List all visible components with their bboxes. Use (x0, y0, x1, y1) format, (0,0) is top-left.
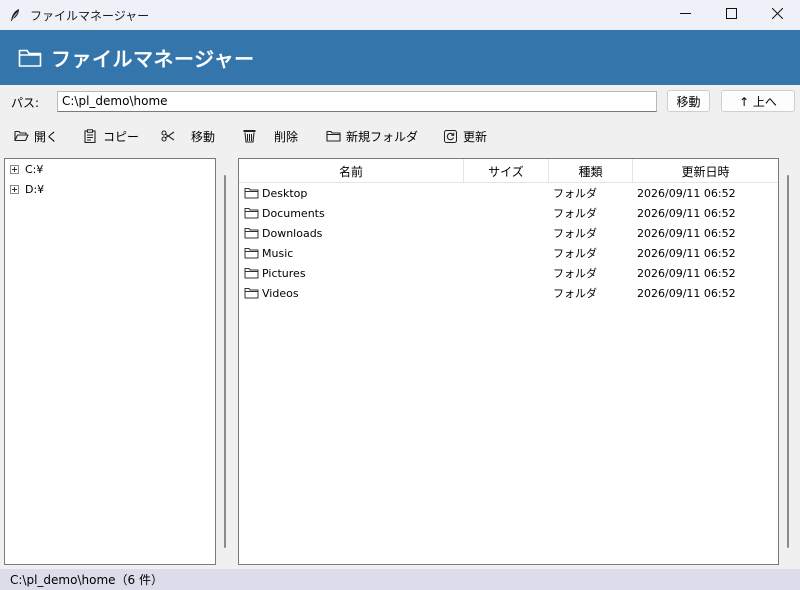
copy-button[interactable]: コピー (82, 120, 139, 152)
window-titlebar: ファイルマネージャー (0, 0, 800, 30)
maximize-button[interactable] (708, 0, 754, 30)
file-modified: 2026/09/11 06:52 (637, 246, 736, 260)
folder-icon (18, 47, 42, 69)
file-name: Music (262, 246, 294, 260)
refresh-icon (442, 128, 458, 144)
folder-icon (244, 287, 259, 300)
file-list[interactable]: 名前 サイズ 種類 更新日時 Desktop フォルダ 2026/09/11 0… (238, 158, 779, 565)
folder-icon (244, 187, 259, 200)
file-modified: 2026/09/11 06:52 (637, 186, 736, 200)
file-name: Videos (262, 286, 299, 300)
folder-tree[interactable]: C:¥ D:¥ (4, 158, 216, 565)
file-kind: フォルダ (553, 187, 597, 200)
status-bar: C:\pl_demo\home（6 件） (0, 569, 800, 590)
path-input[interactable]: C:\pl_demo\home (57, 91, 657, 112)
tree-item-c-drive[interactable]: C:¥ (10, 160, 43, 178)
minimize-icon (679, 8, 691, 22)
table-row[interactable]: Pictures フォルダ 2026/09/11 06:52 (239, 263, 778, 283)
column-header-size[interactable]: サイズ (464, 159, 549, 183)
file-modified: 2026/09/11 06:52 (637, 226, 736, 240)
folder-icon (244, 227, 259, 240)
file-name: Downloads (262, 226, 323, 240)
file-modified: 2026/09/11 06:52 (637, 266, 736, 280)
column-header-modified[interactable]: 更新日時 (633, 159, 778, 183)
tree-scrollbar[interactable] (224, 175, 226, 548)
tree-item-d-drive[interactable]: D:¥ (10, 180, 44, 198)
open-folder-icon (13, 128, 29, 144)
toolbar: 開く コピー 移動 削除 新規フォルダ 更新 (0, 120, 800, 152)
folder-icon (244, 207, 259, 220)
window-title: ファイルマネージャー (30, 8, 150, 23)
path-label: パス: (11, 96, 40, 110)
file-modified: 2026/09/11 06:52 (637, 206, 736, 220)
table-row[interactable]: Downloads フォルダ 2026/09/11 06:52 (239, 223, 778, 243)
open-label: 開く (34, 129, 59, 144)
file-name: Documents (262, 206, 325, 220)
table-row[interactable]: Videos フォルダ 2026/09/11 06:52 (239, 283, 778, 303)
move-label: 移動 (191, 129, 216, 144)
refresh-button[interactable]: 更新 (442, 120, 487, 152)
column-header-name[interactable]: 名前 (239, 159, 464, 183)
close-button[interactable] (754, 0, 800, 30)
copy-label: コピー (103, 129, 140, 144)
path-bar: パス: C:\pl_demo\home 移動 ↑ 上へ (0, 88, 800, 116)
file-name: Pictures (262, 266, 306, 280)
scissors-icon (160, 128, 176, 144)
status-text: C:\pl_demo\home（6 件） (10, 573, 163, 587)
new-folder-label: 新規フォルダ (346, 129, 419, 144)
file-kind: フォルダ (553, 287, 597, 300)
minimize-button[interactable] (662, 0, 708, 30)
maximize-icon (725, 8, 737, 22)
trash-icon (241, 128, 257, 144)
file-kind: フォルダ (553, 227, 597, 240)
table-row[interactable]: Desktop フォルダ 2026/09/11 06:52 (239, 183, 778, 203)
file-kind: フォルダ (553, 247, 597, 260)
list-scrollbar[interactable] (787, 175, 789, 548)
app-header: ファイルマネージャー (0, 30, 800, 85)
tree-item-label: C:¥ (25, 162, 44, 176)
clipboard-icon (82, 128, 98, 144)
delete-button[interactable]: 削除 (241, 120, 298, 152)
folder-icon (244, 267, 259, 280)
refresh-label: 更新 (463, 129, 488, 144)
delete-label: 削除 (274, 129, 299, 144)
move-button[interactable]: 移動 (160, 120, 215, 152)
file-kind: フォルダ (553, 207, 597, 220)
column-header-kind[interactable]: 種類 (549, 159, 633, 183)
feather-icon (0, 0, 30, 30)
expand-icon[interactable] (10, 184, 19, 194)
new-folder-button[interactable]: 新規フォルダ (325, 120, 418, 152)
folder-icon (325, 128, 341, 144)
folder-icon (244, 247, 259, 260)
file-modified: 2026/09/11 06:52 (637, 286, 736, 300)
page-title: ファイルマネージャー (51, 47, 255, 71)
table-row[interactable]: Documents フォルダ 2026/09/11 06:52 (239, 203, 778, 223)
close-icon (771, 7, 783, 22)
file-kind: フォルダ (553, 267, 597, 280)
tree-item-label: D:¥ (25, 182, 45, 196)
file-name: Desktop (262, 186, 308, 200)
list-header: 名前 サイズ 種類 更新日時 (239, 159, 778, 183)
expand-icon[interactable] (10, 164, 19, 174)
up-button[interactable]: ↑ 上へ (721, 90, 795, 112)
open-button[interactable]: 開く (13, 120, 58, 152)
table-row[interactable]: Music フォルダ 2026/09/11 06:52 (239, 243, 778, 263)
go-button[interactable]: 移動 (667, 90, 710, 112)
